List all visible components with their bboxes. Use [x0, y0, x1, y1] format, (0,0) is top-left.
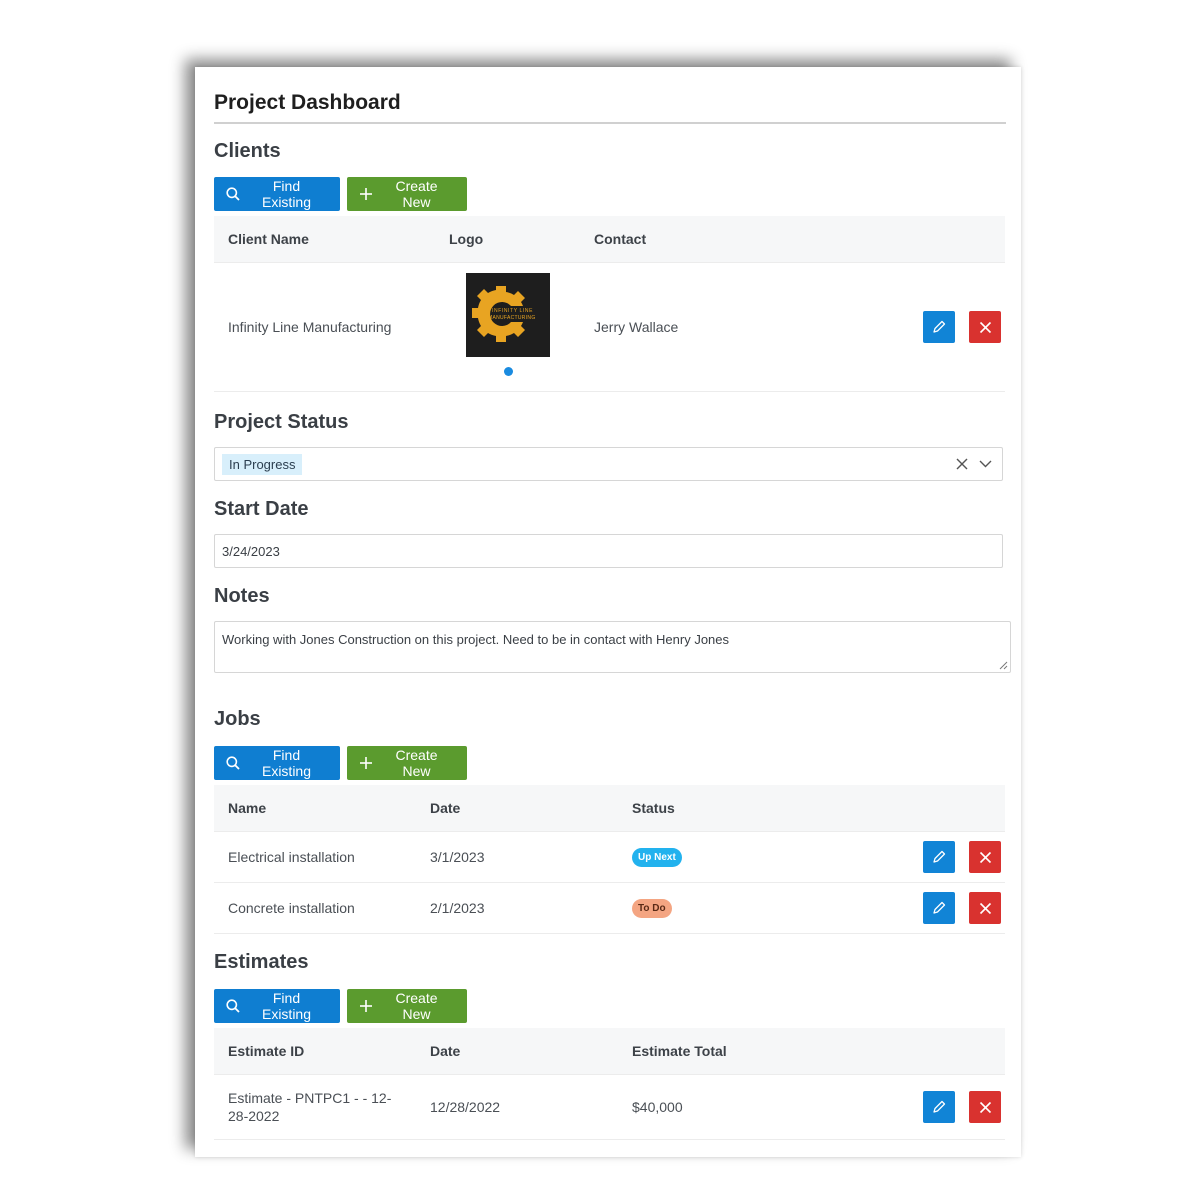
estimates-find-existing-button[interactable]: Find Existing [214, 989, 340, 1023]
plus-icon [360, 188, 372, 200]
estimates-create-new-button[interactable]: Create New [347, 989, 467, 1023]
estimates-title: Estimates [214, 951, 309, 973]
edit-button[interactable] [923, 841, 955, 873]
column-header: Client Name [228, 231, 309, 247]
find-existing-label: Find Existing [261, 747, 312, 779]
job-date-cell: 3/1/2023 [430, 849, 485, 865]
column-header: Contact [594, 231, 647, 247]
logo-carousel: INFINITY LINE MANUFACTURING [466, 273, 550, 376]
table-row: Estimate - PNTPC1 - - 12- 28-2022 12/28/… [214, 1075, 1005, 1140]
dashboard-content: Project Dashboard Clients Find Existing … [214, 67, 1011, 1140]
resize-handle-icon[interactable] [999, 661, 1008, 670]
project-status-select[interactable]: In Progress [214, 447, 1003, 481]
estimate-date-cell: 12/28/2022 [430, 1099, 501, 1115]
notes-title: Notes [214, 585, 270, 607]
logo-text-line-2: MANUFACTURING [488, 315, 536, 321]
notes-value: Working with Jones Construction on this … [222, 632, 730, 647]
find-existing-label: Find Existing [261, 990, 312, 1022]
table-row: Electrical installation 3/1/2023 Up Next [214, 832, 1005, 883]
start-date-input[interactable]: 3/24/2023 [214, 534, 1003, 568]
edit-button[interactable] [923, 311, 955, 343]
estimates-table-header: Estimate ID Date Estimate Total [214, 1028, 1005, 1075]
client-name-cell: Infinity Line Manufacturing [228, 319, 392, 335]
delete-button[interactable] [969, 841, 1001, 873]
carousel-indicator-dot[interactable] [503, 367, 513, 376]
plus-icon [360, 1000, 372, 1012]
clients-toolbar: Find Existing Create New [214, 177, 1006, 211]
pencil-icon [933, 320, 946, 333]
start-date-title: Start Date [214, 498, 309, 520]
edit-button[interactable] [923, 892, 955, 924]
client-logo: INFINITY LINE MANUFACTURING [466, 273, 550, 357]
plus-icon [360, 757, 372, 769]
delete-button[interactable] [969, 892, 1001, 924]
clear-icon[interactable] [956, 458, 968, 470]
column-header: Status [632, 800, 675, 816]
table-row: Infinity Line Manufacturing INFINITY LIN… [214, 263, 1005, 392]
contact-cell: Jerry Wallace [594, 319, 679, 335]
estimate-total-cell: $40,000 [632, 1099, 683, 1115]
jobs-toolbar: Find Existing Create New [214, 746, 1006, 780]
jobs-find-existing-button[interactable]: Find Existing [214, 746, 340, 780]
row-actions [923, 892, 1001, 924]
create-new-label: Create New [395, 990, 438, 1022]
job-name-cell: Electrical installation [228, 849, 355, 865]
close-icon [979, 902, 991, 914]
row-actions [923, 841, 1001, 873]
clients-create-new-button[interactable]: Create New [347, 177, 467, 211]
close-icon [979, 851, 991, 863]
jobs-create-new-button[interactable]: Create New [347, 746, 467, 780]
search-icon [226, 756, 240, 770]
status-chip: In Progress [222, 453, 303, 475]
clients-title: Clients [214, 140, 281, 162]
column-header: Estimate Total [632, 1043, 727, 1059]
jobs-table-header: Name Date Status [214, 785, 1005, 832]
dashboard-card: Project Dashboard Clients Find Existing … [195, 67, 1021, 1157]
column-header: Name [228, 800, 267, 816]
start-date-value: 3/24/2023 [222, 543, 280, 559]
close-icon [979, 1101, 991, 1113]
find-existing-label: Find Existing [261, 178, 312, 210]
column-header: Date [430, 800, 461, 816]
search-icon [226, 999, 240, 1013]
create-new-label: Create New [395, 747, 438, 779]
job-date-cell: 2/1/2023 [430, 900, 485, 916]
job-name-cell: Concrete installation [228, 900, 355, 916]
estimates-toolbar: Find Existing Create New [214, 989, 1006, 1023]
column-header: Date [430, 1043, 461, 1059]
notes-textarea[interactable]: Working with Jones Construction on this … [214, 621, 1011, 673]
row-actions [923, 311, 1001, 343]
jobs-title: Jobs [214, 708, 261, 730]
estimate-id-cell: Estimate - PNTPC1 - - 12- 28-2022 [228, 1089, 391, 1125]
close-icon [979, 321, 991, 333]
estimates-table: Estimate ID Date Estimate Total Estimate… [214, 1028, 1005, 1140]
project-status-title: Project Status [214, 411, 349, 433]
jobs-table: Name Date Status Electrical installation… [214, 785, 1005, 934]
estimate-id-line-1: Estimate - PNTPC1 - - 12- [228, 1090, 392, 1106]
page-title: Project Dashboard [214, 67, 1006, 124]
clients-find-existing-button[interactable]: Find Existing [214, 177, 340, 211]
search-icon [226, 187, 240, 201]
pencil-icon [933, 850, 946, 863]
row-actions [923, 1091, 1001, 1123]
delete-button[interactable] [969, 1091, 1001, 1123]
table-row: Concrete installation 2/1/2023 To Do [214, 883, 1005, 934]
estimate-id-line-2: 28-2022 [228, 1108, 280, 1124]
chevron-down-icon[interactable] [979, 460, 992, 468]
column-header: Logo [449, 231, 484, 247]
column-header: Estimate ID [228, 1043, 305, 1059]
edit-button[interactable] [923, 1091, 955, 1123]
clients-table-header: Client Name Logo Contact [214, 216, 1005, 263]
delete-button[interactable] [969, 311, 1001, 343]
pencil-icon [933, 901, 946, 914]
logo-text-line-1: INFINITY LINE [492, 308, 534, 314]
status-badge: Up Next [632, 847, 682, 867]
create-new-label: Create New [395, 178, 438, 210]
status-badge: To Do [632, 898, 672, 918]
pencil-icon [933, 1100, 946, 1113]
clients-table: Client Name Logo Contact Infinity Line M… [214, 216, 1005, 392]
